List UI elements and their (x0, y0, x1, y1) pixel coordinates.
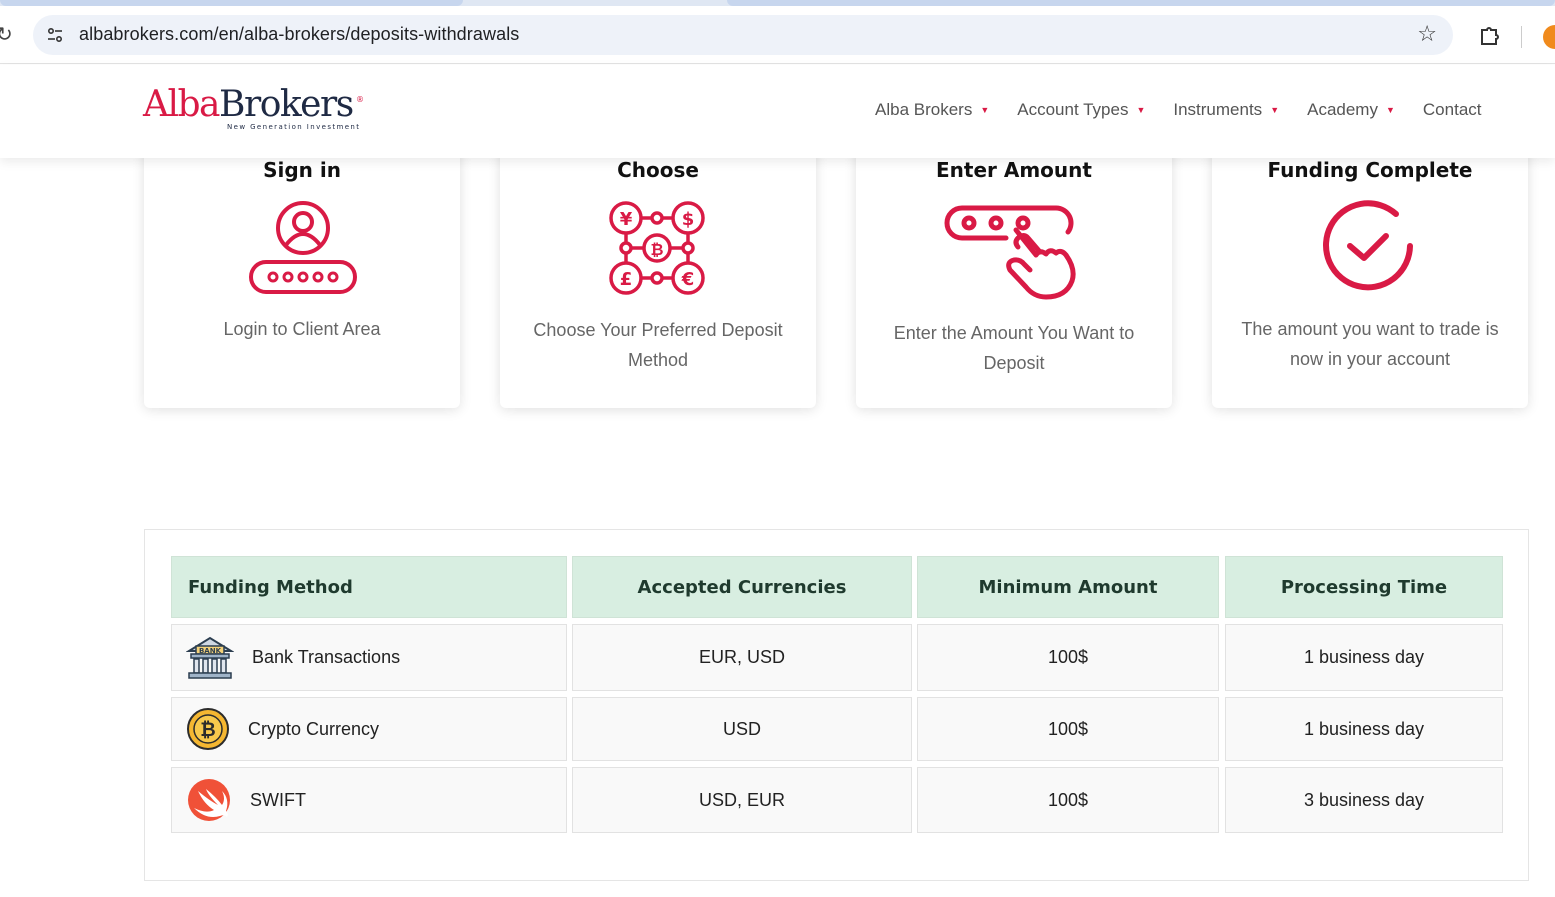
svg-text:¥: ¥ (620, 209, 633, 230)
user-password-icon (249, 201, 357, 294)
method-name: Bank Transactions (252, 647, 401, 667)
url-text[interactable]: albabrokers.com/en/alba-brokers/deposits… (79, 24, 519, 45)
table-cell-time: 3 business day (1225, 767, 1503, 833)
bitcoin-icon: ₿ (187, 708, 229, 750)
nav-instruments[interactable]: Instruments ▼ (1173, 100, 1279, 120)
nav-contact[interactable]: Contact (1423, 100, 1482, 120)
svg-text:€: € (681, 269, 695, 290)
header-minimum-amount: Minimum Amount (917, 556, 1219, 618)
chevron-down-icon: ▼ (1385, 105, 1395, 115)
step-title: Funding Complete (1267, 158, 1473, 182)
step-card-choose: Choose ¥ $ £ € ₿ Choose Your Preferred D… (500, 130, 816, 408)
chevron-down-icon: ▼ (1136, 105, 1146, 115)
table-row-method: BANK Bank Transactions (171, 624, 567, 691)
currency-network-icon: ¥ $ £ € ₿ (609, 201, 705, 295)
table-row-method: ₿ Crypto Currency (171, 697, 567, 761)
step-description: The amount you want to trade is now in y… (1241, 319, 1499, 369)
svg-text:£: £ (620, 269, 633, 290)
address-bar[interactable]: albabrokers.com/en/alba-brokers/deposits… (33, 15, 1453, 55)
step-card-enter-amount: Enter Amount Enter the Amount You Want t… (856, 130, 1172, 408)
bookmark-star-icon[interactable]: ☆ (1417, 22, 1437, 47)
chevron-down-icon: ▼ (1270, 105, 1280, 115)
svg-text:$: $ (682, 209, 695, 230)
table-cell-minimum: 100$ (917, 767, 1219, 833)
check-circle-icon (1323, 200, 1413, 291)
profile-avatar[interactable] (1543, 25, 1555, 49)
nav-account-types[interactable]: Account Types ▼ (1017, 100, 1145, 120)
table-cell-currencies: USD, EUR (572, 767, 912, 833)
logo-brokers: Brokers (219, 84, 354, 125)
nav-alba-brokers[interactable]: Alba Brokers ▼ (875, 100, 989, 120)
nav-academy[interactable]: Academy ▼ (1307, 100, 1395, 120)
step-title: Enter Amount (936, 158, 1092, 182)
step-title: Choose (617, 158, 699, 182)
step-card-sign-in: Sign in Login to Client Area (144, 130, 460, 408)
site-info-icon[interactable] (45, 25, 65, 45)
nav-label: Contact (1422, 100, 1482, 119)
toolbar-divider (1521, 26, 1522, 48)
swift-icon (188, 779, 230, 821)
table-cell-minimum: 100$ (917, 624, 1219, 691)
extensions-icon[interactable] (1478, 24, 1500, 46)
chevron-down-icon: ▼ (980, 105, 990, 115)
header-accepted-currencies: Accepted Currencies (572, 556, 912, 618)
main-nav: Alba Brokers ▼ Account Types ▼ Instruments… (875, 100, 1482, 120)
method-name: Crypto Currency (248, 718, 380, 739)
step-description: Enter the Amount You Want to Deposit (893, 323, 1135, 373)
table-cell-time: 1 business day (1225, 624, 1503, 691)
logo-alba: Alba (143, 84, 221, 125)
header-processing-time: Processing Time (1225, 556, 1503, 618)
step-title: Sign in (263, 158, 341, 182)
table-cell-minimum: 100$ (917, 697, 1219, 761)
nav-label: Alba Brokers (875, 100, 973, 119)
site-header: AlbaBrokers ® New Generation Investment … (0, 65, 1555, 158)
reload-icon[interactable]: ↻ (0, 22, 13, 46)
svg-text:₿: ₿ (650, 240, 663, 259)
logo-tagline: New Generation Investment (227, 123, 361, 131)
table-cell-currencies: EUR, USD (572, 624, 912, 691)
funding-methods-table: Funding Method Accepted Currencies Minim… (144, 529, 1529, 881)
step-card-funding-complete: Funding Complete The amount you want to … (1212, 130, 1528, 408)
header-funding-method: Funding Method (171, 556, 567, 618)
table-row-method: SWIFT (171, 767, 567, 833)
method-name: SWIFT (250, 789, 306, 810)
hand-pin-icon (944, 205, 1076, 300)
step-description: Choose Your Preferred Deposit Method (533, 320, 783, 370)
bank-icon: BANK (186, 636, 234, 679)
nav-label: Account Types (1017, 100, 1129, 119)
browser-toolbar: ↻ albabrokers.com/en/alba-brokers/deposi… (0, 6, 1555, 64)
svg-text:₿: ₿ (200, 719, 215, 741)
nav-label: Instruments (1173, 100, 1263, 119)
table-cell-currencies: USD (572, 697, 912, 761)
step-description: Login to Client Area (223, 319, 381, 339)
logo-registered-mark: ® (356, 95, 364, 104)
table-cell-time: 1 business day (1225, 697, 1503, 761)
logo[interactable]: AlbaBrokers ® New Generation Investment (143, 84, 364, 132)
nav-label: Academy (1307, 100, 1378, 119)
